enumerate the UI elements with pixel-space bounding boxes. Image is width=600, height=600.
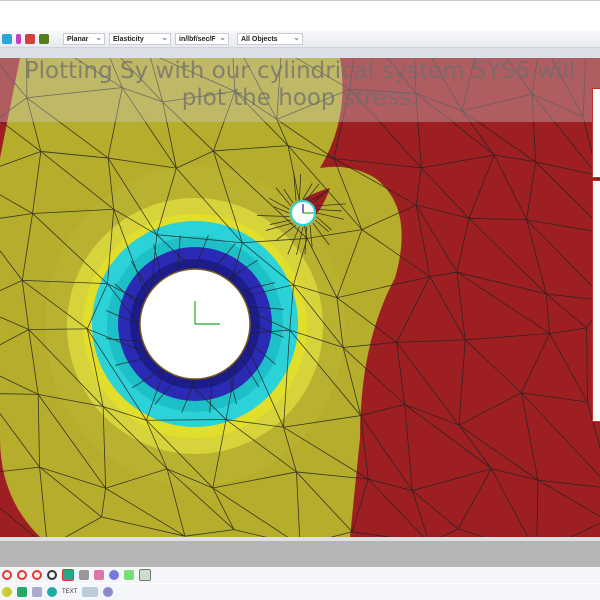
view-icon[interactable] (2, 34, 12, 44)
element-icon[interactable] (109, 570, 119, 580)
mesh-edge (412, 490, 459, 530)
mesh-edge (396, 341, 460, 426)
display-icon[interactable] (62, 569, 74, 581)
mesh-edge (456, 271, 547, 295)
mesh-edge (404, 404, 492, 469)
mesh-edge (549, 327, 587, 334)
mesh-edge (468, 218, 547, 295)
no-icon[interactable] (17, 570, 27, 580)
mesh-edge (464, 339, 522, 394)
mesh-edge (491, 468, 529, 537)
mesh-edge (458, 392, 522, 426)
mesh-edge (546, 293, 587, 329)
mesh-edge (360, 403, 405, 416)
material-model-dropdown[interactable]: Elasticity (109, 32, 171, 45)
mesh-edge (396, 339, 466, 343)
mesh-edge (536, 480, 539, 537)
tool-icon[interactable] (79, 570, 89, 580)
caption-line-2: plot the hoop stress. (181, 85, 419, 111)
mesh-edge (333, 158, 422, 169)
mesh-edge (491, 468, 539, 481)
separator (0, 48, 600, 58)
selection-filter-dropdown[interactable]: All Objects (237, 32, 303, 45)
mesh-edge (458, 339, 466, 426)
mesh-edge (465, 333, 550, 341)
analysis-type-dropdown[interactable]: Planar (63, 32, 105, 45)
mesh-edge (526, 219, 547, 295)
mesh-edge (468, 154, 495, 219)
no-icon[interactable] (32, 570, 42, 580)
light-icon[interactable] (2, 587, 12, 597)
node-icon[interactable] (94, 570, 104, 580)
mesh-edge (456, 218, 470, 273)
grid-icon[interactable] (139, 569, 151, 581)
no-icon[interactable] (2, 570, 12, 580)
mesh-edge (429, 271, 458, 277)
mesh-edge (570, 522, 600, 537)
status-area (0, 537, 600, 567)
mesh-edge (458, 425, 492, 469)
view-icon[interactable] (17, 587, 27, 597)
bottom-toolbar-2: TEXT (0, 584, 600, 600)
mesh-edge (521, 392, 600, 477)
constraint-icon[interactable] (25, 34, 35, 44)
frame-icon[interactable] (82, 587, 99, 597)
tutorial-caption: Plotting Sy with our cylindrical system … (0, 58, 600, 122)
main-toolbar: Planar Elasticity in/lbf/sec/F All Objec… (0, 31, 600, 48)
mesh-edge (537, 479, 600, 488)
mesh-edge (549, 333, 588, 403)
mesh-edge (367, 478, 425, 537)
stress-contour-plot[interactable] (0, 58, 600, 537)
mesh-edge (456, 271, 550, 334)
mesh-edge (520, 333, 550, 393)
legend-panel (592, 180, 600, 422)
mesh-edge (404, 404, 413, 491)
model-viewport[interactable]: Plotting Sy with our cylindrical system … (0, 58, 600, 537)
mesh-edge (458, 424, 539, 481)
property-icon[interactable] (16, 34, 21, 44)
mesh-edge (586, 328, 588, 403)
units-dropdown[interactable]: in/lbf/sec/F (175, 32, 229, 45)
mesh-edge (457, 528, 486, 537)
text-tool[interactable]: TEXT (62, 589, 77, 595)
mesh-edge (521, 392, 588, 403)
side-panel-top (592, 88, 600, 178)
mesh-edge (415, 167, 422, 206)
mesh-edge (526, 161, 536, 220)
mesh-edge (468, 217, 527, 221)
mesh-edge (494, 154, 536, 163)
mesh-edge (440, 528, 459, 537)
mesh-edge (416, 204, 470, 219)
no-icon[interactable] (47, 570, 57, 580)
load-icon[interactable] (39, 34, 49, 44)
mesh-icon[interactable] (124, 570, 134, 580)
mesh-edge (493, 154, 527, 220)
title-area (0, 0, 600, 31)
mesh-edge (545, 293, 551, 334)
mesh-edge (412, 468, 492, 492)
globe-icon[interactable] (47, 587, 57, 597)
target-icon[interactable] (103, 587, 114, 597)
mesh-edge (520, 392, 539, 481)
mesh-edge (396, 276, 431, 343)
mesh-edge (420, 167, 470, 219)
mesh-edge (421, 154, 495, 169)
mesh-edge (429, 276, 466, 341)
caption-line-1: Plotting Sy with our cylindrical system … (24, 58, 576, 84)
mesh-edge (457, 468, 492, 529)
mesh-edge (456, 272, 466, 340)
bottom-toolbar-1 (0, 567, 600, 583)
page-icon[interactable] (32, 587, 42, 597)
